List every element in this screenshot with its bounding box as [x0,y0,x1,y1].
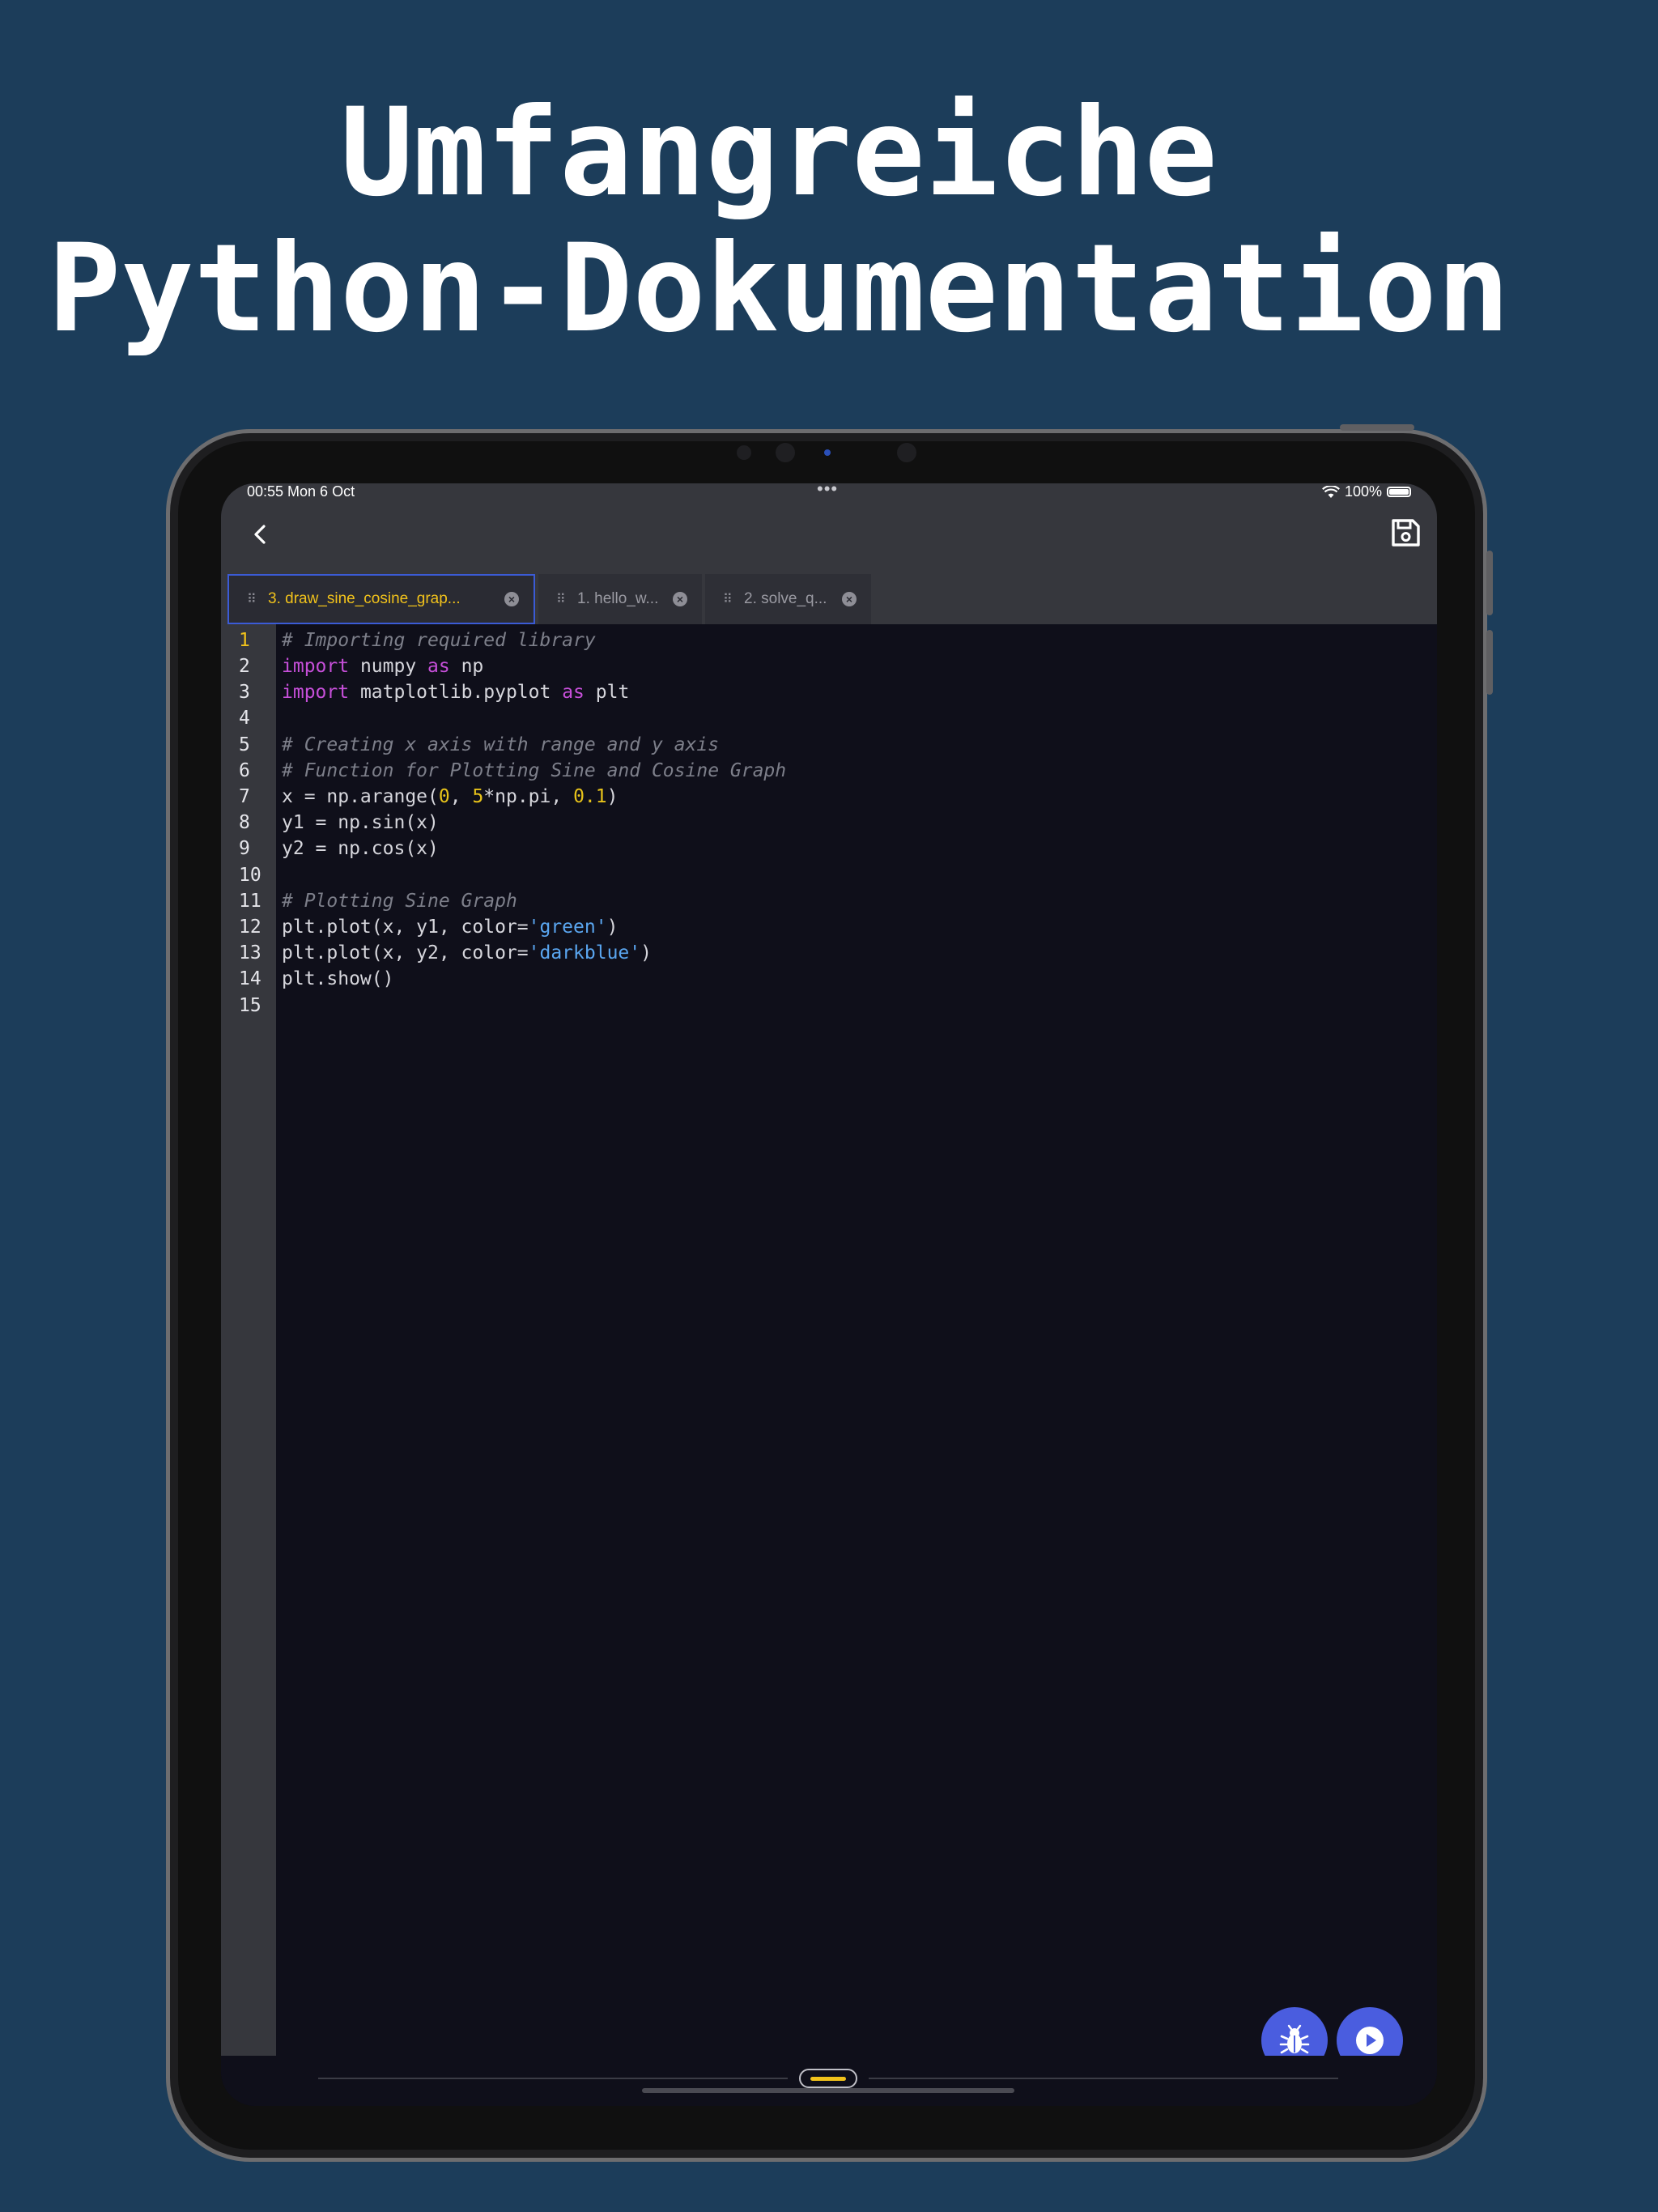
volume-up-button [1486,551,1493,615]
line-number: 1 [239,630,250,651]
line-number: 10 [239,865,261,886]
home-indicator[interactable] [642,2088,1014,2093]
line-number: 15 [239,995,261,1016]
close-icon[interactable]: × [504,592,519,606]
drag-handle-icon[interactable]: ⠿ [247,591,258,607]
close-icon[interactable]: × [842,592,857,606]
ambient-sensor [897,443,916,462]
headline-line-1: Umfangreiche [340,83,1218,223]
save-button[interactable] [1388,516,1422,550]
drag-handle-icon[interactable]: ⠿ [556,591,568,607]
top-toolbar [221,503,1437,569]
tab-label: 2. solve_q... [744,590,827,607]
bottom-bar [221,2056,1437,2106]
code-line[interactable]: plt.show() [282,966,393,992]
close-icon[interactable]: × [673,592,687,606]
line-number: 6 [239,760,250,781]
line-number: 9 [239,838,250,859]
wifi-icon [1322,485,1340,498]
code-line[interactable]: y1 = np.sin(x) [282,810,439,836]
code-line[interactable]: import matplotlib.pyplot as plt [282,679,629,705]
line-number: 13 [239,942,261,963]
front-camera [776,443,795,462]
status-bar: 00:55 Mon 6 Oct ••• 100% [221,483,1437,503]
code-line[interactable]: # Function for Plotting Sine and Cosine … [282,758,786,784]
camera-indicator [824,449,831,456]
line-number: 7 [239,786,250,807]
save-icon [1392,519,1420,547]
line-number: 12 [239,917,261,938]
line-number: 3 [239,682,250,703]
drag-handle-icon[interactable]: ⠿ [723,591,734,607]
tab-draw-sine-cosine[interactable]: ⠿ 3. draw_sine_cosine_grap... × [227,574,535,624]
headline-line-2: Python-Dokumentation [47,219,1511,359]
pager-track-left [318,2078,788,2079]
camera-sensor [737,445,751,460]
top-button [1340,424,1414,431]
panel-drag-handle[interactable] [799,2069,857,2088]
line-number: 4 [239,708,250,729]
code-line[interactable]: x = np.arange(0, 5*np.pi, 0.1) [282,784,618,810]
line-number: 14 [239,968,261,989]
code-line[interactable]: plt.plot(x, y1, color='green') [282,914,618,940]
code-line[interactable]: y2 = np.cos(x) [282,836,439,861]
volume-down-button [1486,630,1493,695]
line-number: 8 [239,812,250,833]
back-button[interactable] [249,522,273,547]
chevron-left-icon [254,525,266,544]
battery-icon [1387,487,1411,497]
tab-solve-quadratic[interactable]: ⠿ 2. solve_q... × [705,574,871,624]
code-line[interactable]: # Importing required library [282,627,596,653]
tab-label: 1. hello_w... [577,590,659,607]
code-line[interactable]: import numpy as np [282,653,483,679]
play-icon [1356,2027,1384,2054]
code-line[interactable]: # Plotting Sine Graph [282,888,517,914]
app-screen: 00:55 Mon 6 Oct ••• 100% ⠿ 3. draw_sine_… [221,483,1437,2106]
pager-track-right [869,2078,1338,2079]
code-line[interactable]: plt.plot(x, y2, color='darkblue') [282,940,652,966]
line-number: 2 [239,656,250,677]
battery-percentage: 100% [1344,483,1382,500]
status-battery: 100% [1322,483,1411,500]
multitasking-dots[interactable]: ••• [817,483,838,500]
tab-label: 3. draw_sine_cosine_grap... [268,590,461,607]
file-tabs: ⠿ 3. draw_sine_cosine_grap... × ⠿ 1. hel… [221,569,1437,624]
bug-icon [1279,2024,1310,2054]
tab-hello-world[interactable]: ⠿ 1. hello_w... × [538,574,702,624]
line-number: 11 [239,891,261,912]
code-editor[interactable]: 1 2 3 4 5 6 7 8 9 10 11 12 13 14 15 # Im… [221,624,1437,2056]
code-line[interactable]: # Creating x axis with range and y axis [282,732,719,758]
headline: Umfangreiche Python-Dokumentation [0,85,1658,357]
line-number: 5 [239,734,250,755]
status-time-date: 00:55 Mon 6 Oct [247,483,355,500]
